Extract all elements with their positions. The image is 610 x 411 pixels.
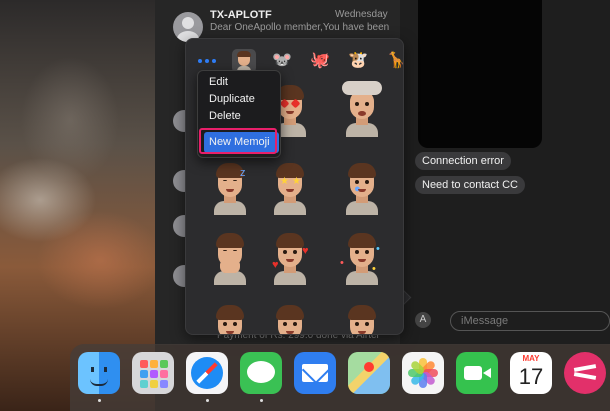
message-bubble: Need to contact CC	[415, 176, 525, 194]
memoji-sticker-sweat[interactable]	[338, 301, 386, 334]
giraffe-icon[interactable]: 🦒	[384, 49, 403, 73]
conversation-item[interactable]: TX-APLOTF Wednesday Dear OneApollo membe…	[155, 0, 400, 42]
cow-icon[interactable]: 🐮	[346, 49, 370, 73]
dock-app-finder-icon[interactable]	[78, 352, 120, 394]
memoji-sticker-hearts-around[interactable]: ♥ ♥	[266, 229, 314, 285]
memoji-sticker-neutral[interactable]	[266, 301, 314, 334]
dock-app-calendar-icon[interactable]: MAY 17	[510, 352, 552, 394]
image-message[interactable]	[418, 0, 542, 148]
dock-app-skitch-icon[interactable]	[564, 352, 606, 394]
menu-item-duplicate[interactable]: Duplicate	[204, 93, 279, 105]
memoji-sticker-crying[interactable]: ●	[338, 159, 386, 215]
menu-item-edit[interactable]: Edit	[204, 76, 279, 88]
dock-app-messages-icon[interactable]	[240, 352, 282, 394]
message-bubble: Connection error	[415, 152, 511, 170]
dock-app-facetime-icon[interactable]	[456, 352, 498, 394]
dock-app-safari-icon[interactable]	[186, 352, 228, 394]
memoji-sticker-angry[interactable]	[206, 301, 254, 334]
memoji-sticker-praying[interactable]	[206, 229, 254, 285]
dock-app-launchpad-icon[interactable]	[132, 352, 174, 394]
memoji-sticker-party[interactable]: • • •	[338, 229, 386, 285]
dock: MAY 17	[70, 344, 610, 411]
memoji-sticker-star-struck[interactable]: ★ ★	[266, 159, 314, 215]
conversation-name: TX-APLOTF	[210, 9, 272, 21]
calendar-day: 17	[518, 364, 544, 389]
dock-app-mail-icon[interactable]	[294, 352, 336, 394]
annotation-highlight	[199, 128, 277, 154]
chat-pane: Connection error Need to contact CC A	[400, 0, 610, 345]
dock-app-maps-icon[interactable]	[348, 352, 390, 394]
imessage-input[interactable]	[450, 311, 610, 331]
dock-running-indicator	[98, 399, 101, 402]
octopus-icon[interactable]: 🐙	[308, 49, 332, 73]
calendar-month: MAY	[522, 354, 540, 363]
conversation-date: Wednesday	[335, 9, 388, 20]
dock-running-indicator	[206, 399, 209, 402]
app-store-icon[interactable]: A	[415, 312, 431, 328]
menu-item-delete[interactable]: Delete	[204, 110, 279, 122]
memoji-sticker-sleeping[interactable]: z	[206, 159, 254, 215]
memoji-sticker-exploding-head[interactable]	[338, 81, 386, 137]
dock-app-photos-icon[interactable]	[402, 352, 444, 394]
input-row: A	[400, 305, 610, 345]
dock-running-indicator	[260, 399, 263, 402]
conversation-preview: Dear OneApollo member,You have been	[210, 22, 390, 33]
